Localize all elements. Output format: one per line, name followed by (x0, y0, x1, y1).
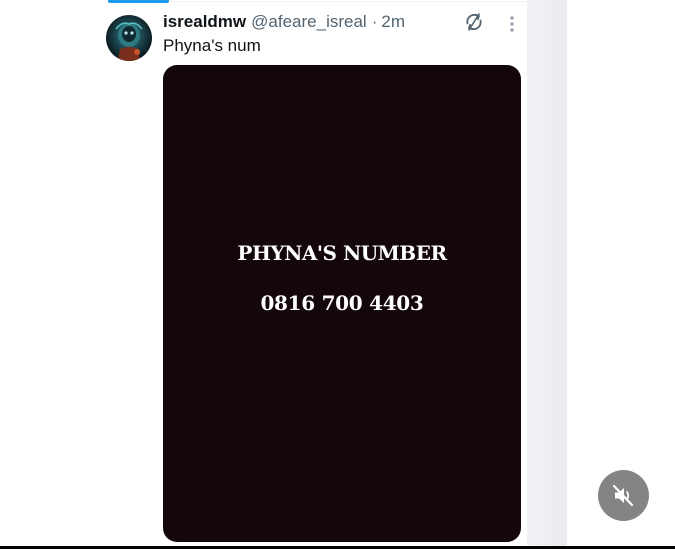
right-background (567, 0, 675, 549)
left-gutter (0, 0, 95, 549)
avatar[interactable] (106, 15, 152, 61)
volume-muted-icon (612, 484, 634, 507)
user-handle[interactable]: @afeare_isreal (251, 12, 367, 32)
active-tab-indicator (108, 0, 169, 3)
media-image[interactable]: PHYNA'S NUMBER 0816 700 4403 (163, 65, 521, 542)
more-vertical-icon[interactable] (505, 14, 519, 34)
mute-button[interactable] (598, 470, 649, 521)
separator-dot: · (371, 12, 378, 31)
side-shadow (527, 0, 567, 549)
top-divider (169, 1, 527, 2)
media-title: PHYNA'S NUMBER (237, 241, 447, 265)
media-phone-number: 0816 700 4403 (260, 291, 424, 315)
post-author-row: isrealdmw @afeare_isreal · 2m (163, 12, 405, 34)
post-time[interactable]: 2m (381, 12, 405, 32)
post-text: Phyna's num (163, 36, 261, 55)
sync-icon[interactable] (463, 11, 485, 33)
avatar-image (115, 22, 143, 61)
display-name[interactable]: isrealdmw (163, 12, 246, 32)
